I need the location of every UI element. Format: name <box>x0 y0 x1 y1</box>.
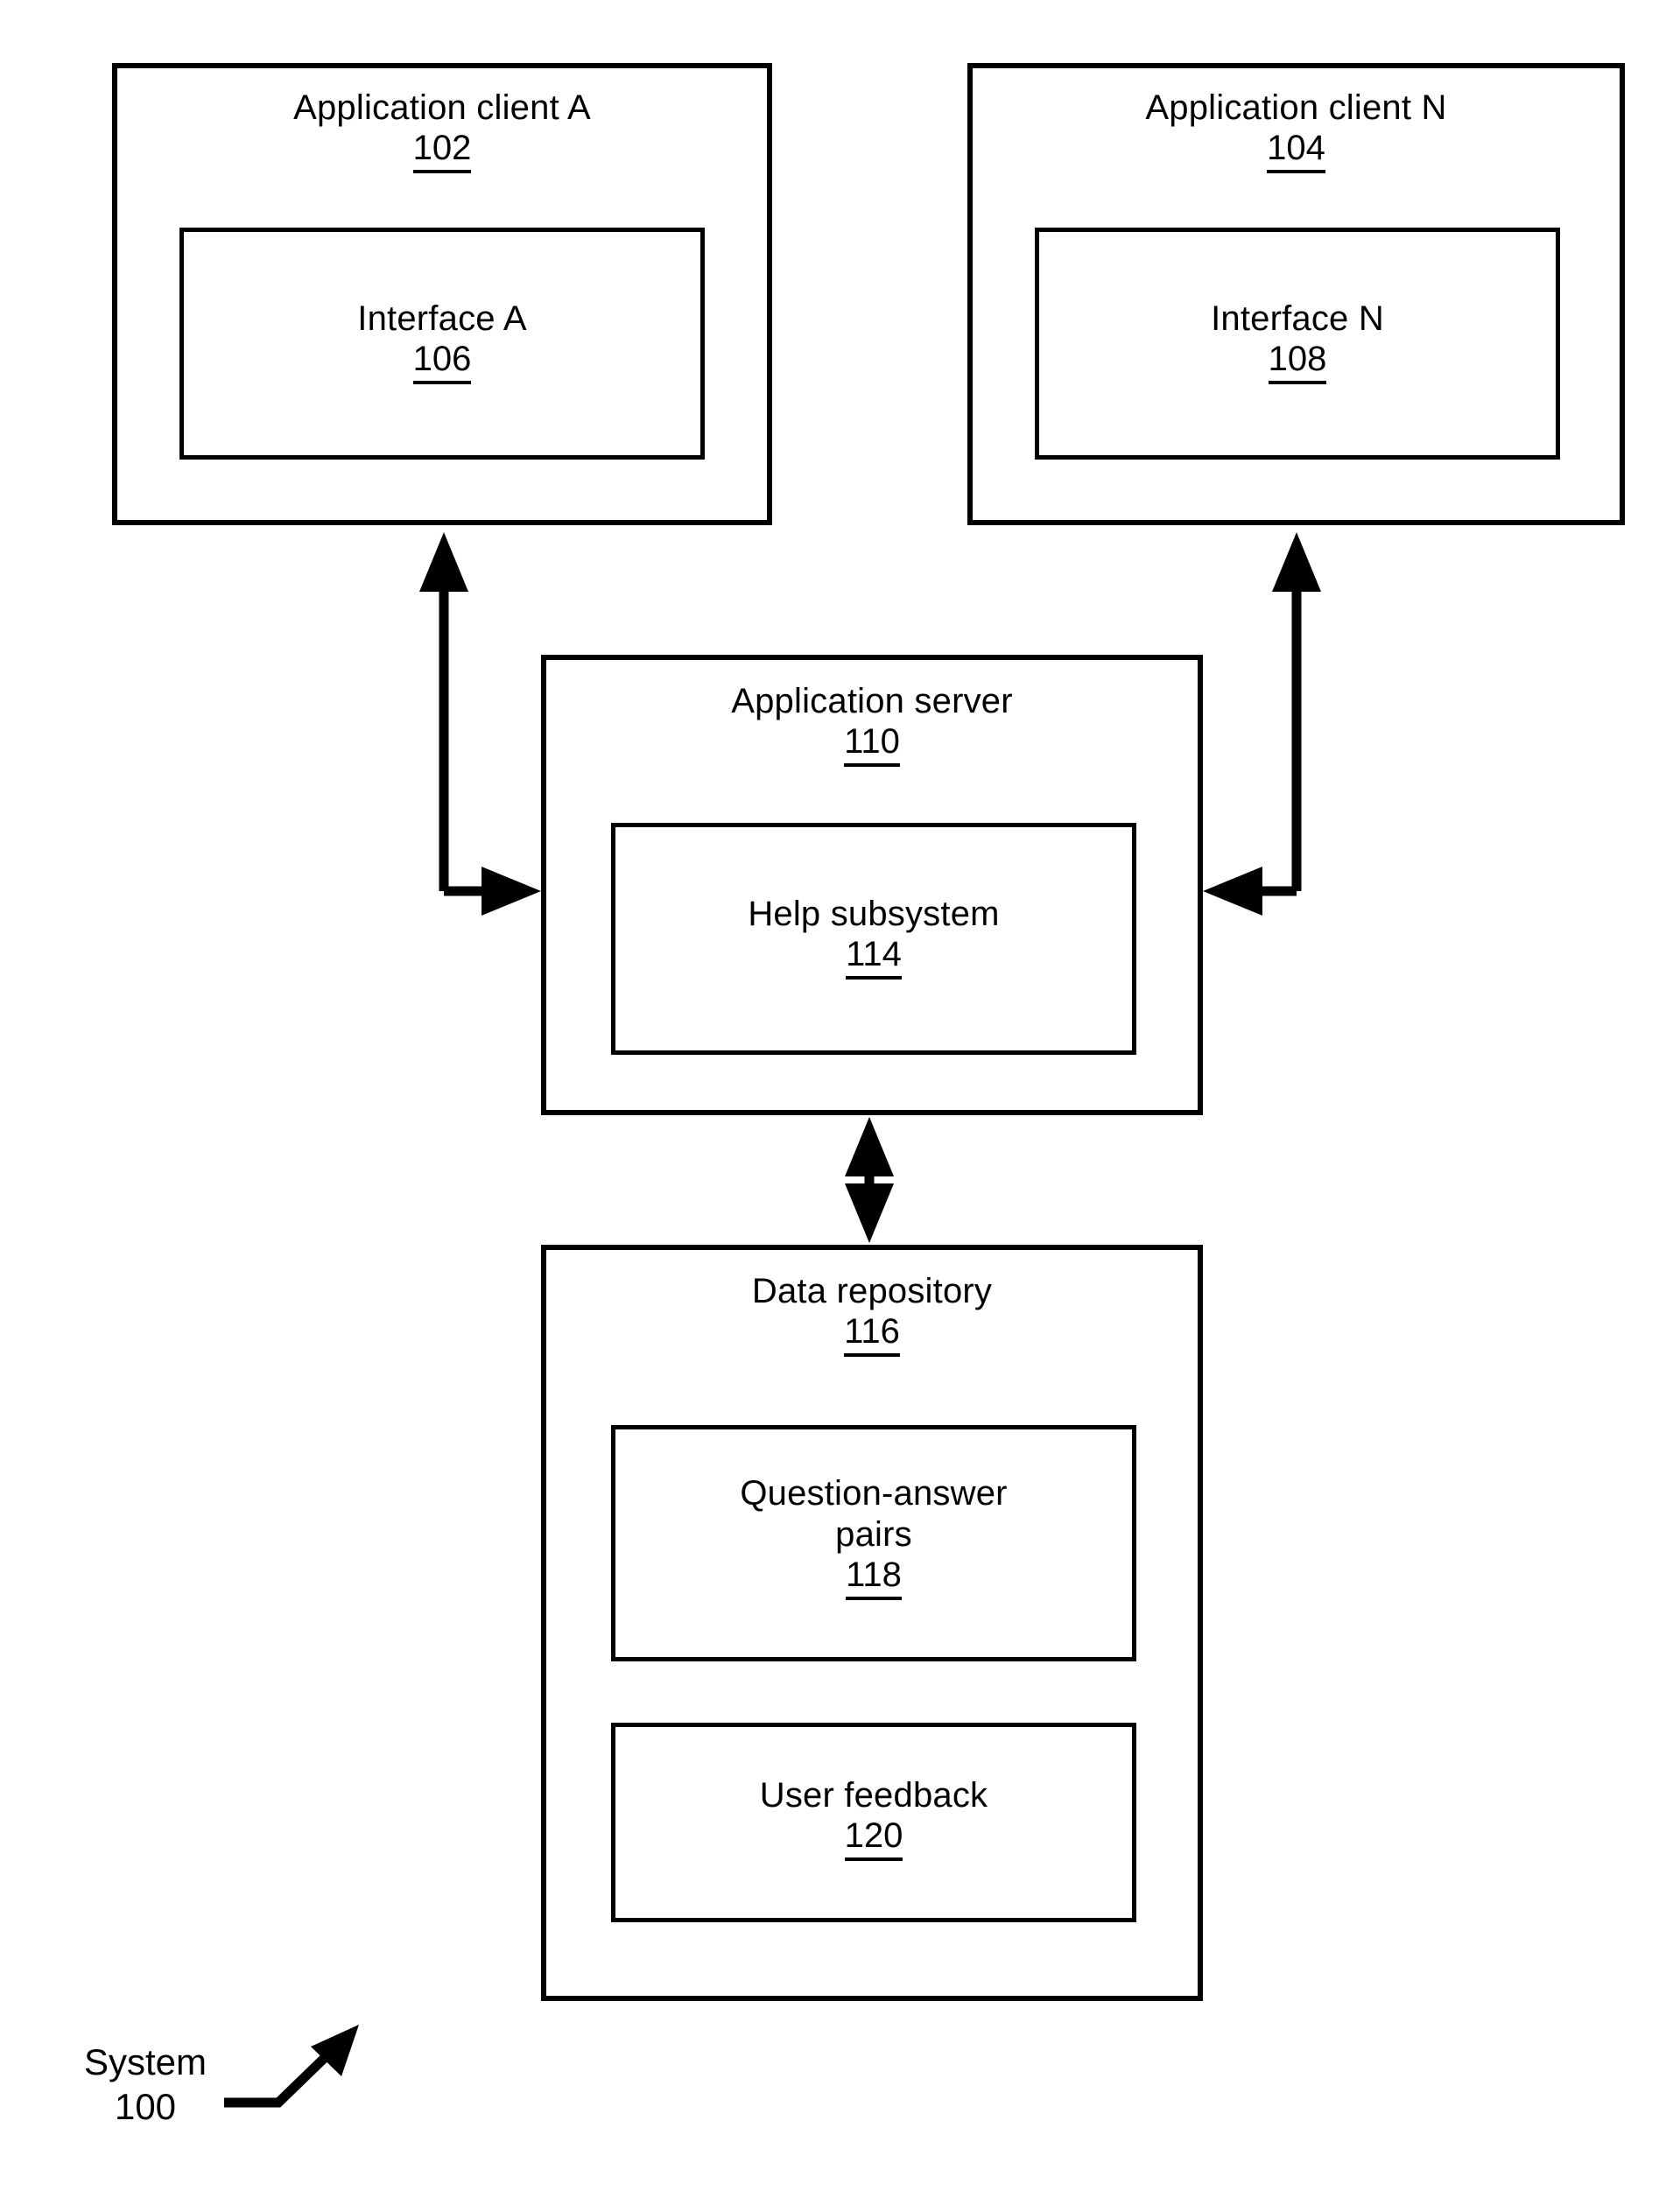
data-repository-label: Data repository <box>751 1272 993 1310</box>
system-caption-ref: 100 <box>114 2086 177 2128</box>
question-answer-pairs-ref: 118 <box>615 1555 1132 1601</box>
question-answer-pairs-label: Question-answer pairs <box>740 1474 1008 1555</box>
node-user-feedback: User feedback 120 <box>611 1723 1136 1922</box>
interface-n-ref: 108 <box>1039 339 1556 385</box>
system-callout-arrow <box>224 2025 359 2108</box>
system-caption-label: System <box>84 2041 207 2082</box>
application-client-a-ref: 102 <box>117 128 767 174</box>
connector-client-a-to-server <box>419 532 541 916</box>
application-client-n-label: Application client N <box>1145 88 1447 127</box>
connector-client-n-to-server <box>1203 532 1321 916</box>
node-question-answer-pairs: Question-answer pairs 118 <box>611 1425 1136 1661</box>
node-help-subsystem: Help subsystem 114 <box>611 823 1136 1055</box>
system-caption: System 100 <box>84 2040 207 2129</box>
node-interface-n: Interface N 108 <box>1035 228 1560 460</box>
patent-figure: Application client A 102 Interface A 106… <box>0 0 1659 2212</box>
help-subsystem-label: Help subsystem <box>748 895 1000 933</box>
application-server-label: Application server <box>731 682 1013 720</box>
data-repository-ref: 116 <box>546 1311 1198 1358</box>
application-client-a-label: Application client A <box>293 88 591 127</box>
interface-a-label: Interface A <box>357 299 527 338</box>
node-interface-a: Interface A 106 <box>179 228 705 460</box>
user-feedback-ref: 120 <box>615 1815 1132 1862</box>
interface-n-label: Interface N <box>1211 299 1384 338</box>
application-client-n-ref: 104 <box>973 128 1620 174</box>
help-subsystem-ref: 114 <box>615 934 1132 980</box>
interface-a-ref: 106 <box>184 339 700 385</box>
connector-server-to-repository <box>845 1117 894 1243</box>
application-server-ref: 110 <box>546 721 1198 768</box>
user-feedback-label: User feedback <box>759 1776 988 1815</box>
